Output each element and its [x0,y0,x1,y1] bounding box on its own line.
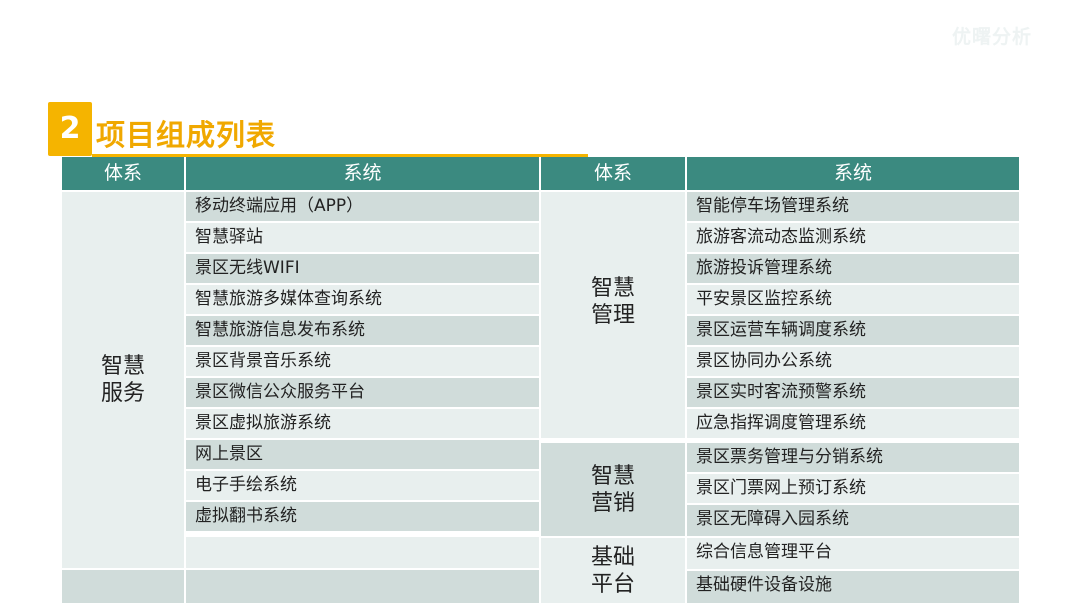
category-line: 营销 [590,490,635,516]
table-row: 移动终端应用（APP） [186,192,539,221]
table-row: 基础硬件设备设施 [687,571,1019,603]
table-row: 旅游客流动态监测系统 [687,223,1019,252]
header-category-left: 体系 [62,157,184,190]
table-row: 电子手绘系统 [186,471,539,500]
table-row: 景区虚拟旅游系统 [186,409,539,438]
category-smart-marketing: 智慧 营销 [541,443,685,536]
table-row [186,537,539,568]
table-row: 景区协同办公系统 [687,347,1019,376]
category-line: 基础 [590,544,635,570]
category-base-platform: 基础 平台 [541,538,685,603]
category-line: 服务 [100,381,145,406]
category-empty [62,570,184,603]
table-row: 智能停车场管理系统 [687,192,1019,221]
category-line: 管理 [590,302,635,328]
category-line: 智慧 [590,463,635,489]
table-row: 平安景区监控系统 [687,285,1019,314]
table-row: 智慧驿站 [186,223,539,252]
table-row: 景区背景音乐系统 [186,347,539,376]
table-row: 景区实时客流预警系统 [687,378,1019,407]
table-row: 智慧旅游多媒体查询系统 [186,285,539,314]
table-row: 虚拟翻书系统 [186,502,539,531]
project-table: 体系 系统 体系 系统 智慧 服务 移动终端应用（APP） 智慧驿站 景区无线W… [62,157,1019,603]
table-row: 景区票务管理与分销系统 [687,443,1019,472]
table-row [186,570,539,603]
table-row: 网上景区 [186,440,539,469]
table-row: 景区微信公众服务平台 [186,378,539,407]
table-row: 旅游投诉管理系统 [687,254,1019,283]
watermark: 优曙分析 [952,26,1033,48]
category-smart-service: 智慧 服务 [62,192,184,568]
table-row: 应急指挥调度管理系统 [687,409,1019,438]
category-line: 智慧 [100,354,145,379]
header-system-right: 系统 [687,157,1019,190]
header-system-left: 系统 [186,157,539,190]
table-row: 智慧旅游信息发布系统 [186,316,539,345]
section-title-text: 项目组成列表 [96,118,277,152]
table-row: 景区无线WIFI [186,254,539,283]
header-category-right: 体系 [541,157,685,190]
table-row: 综合信息管理平台 [687,538,1019,569]
category-smart-management: 智慧 管理 [541,192,685,438]
category-line: 平台 [590,571,635,597]
table-row: 景区门票网上预订系统 [687,474,1019,503]
category-line: 智慧 [590,275,635,301]
table-row: 景区运营车辆调度系统 [687,316,1019,345]
table-row: 景区无障碍入园系统 [687,505,1019,536]
section-number: 2 [59,111,81,146]
